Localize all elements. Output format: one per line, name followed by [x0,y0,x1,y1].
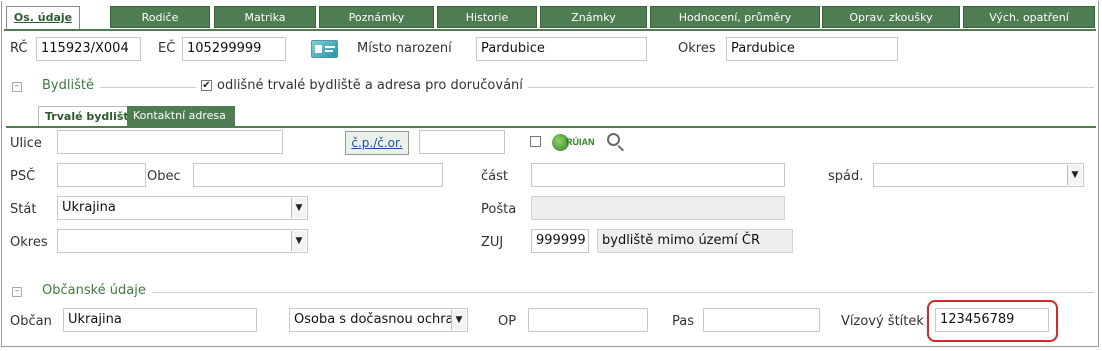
ec-label: EČ [158,41,176,56]
tab-retake-exams[interactable]: Oprav. zkoušky [822,6,960,28]
ruian-logo-icon[interactable]: RÚIAN [552,133,597,153]
district-field[interactable]: Pardubice [726,37,898,61]
catchment-label: spád. [828,169,864,184]
tab-underline [4,29,1096,31]
house-number-field[interactable] [419,130,505,154]
zuj-code-field[interactable]: 999999 [531,229,589,253]
visa-label: Vízový štítek [841,314,924,329]
residence-divider-left [100,87,196,88]
id-card-field[interactable] [528,308,648,332]
passport-label: Pas [672,314,694,329]
residence-divider-right [528,87,1094,88]
chevron-down-icon[interactable]: ▼ [291,198,306,218]
zuj-label: ZUJ [481,235,504,250]
civic-collapse-icon[interactable]: – [12,287,22,297]
tab-parents[interactable]: Rodiče [110,6,210,28]
tab-bar: Os. údaje Rodiče Matrika Poznámky Histor… [4,6,1096,31]
residence-collapse-icon[interactable]: – [12,82,22,92]
ruian-checkbox[interactable] [530,136,541,147]
birthplace-field[interactable]: Pardubice [476,37,647,61]
country-select[interactable]: Ukrajina ▼ [57,196,308,220]
address-district-label: Okres [10,235,48,250]
tab-notes[interactable]: Poznámky [319,6,434,28]
residence-status-select[interactable]: Osoba s dočasnou ochra ▼ [289,308,468,332]
id-card-label: OP [498,314,517,329]
rc-label: RČ [10,41,28,56]
address-district-select[interactable]: ▼ [57,229,308,253]
passport-field[interactable] [703,308,820,332]
chevron-down-icon[interactable]: ▼ [291,231,306,251]
country-value: Ukrajina [62,200,116,215]
street-field[interactable] [57,130,283,154]
tab-educational-measures[interactable]: Vých. opatření [963,6,1095,28]
search-icon[interactable] [607,133,627,153]
district-part-label: část [481,169,508,184]
district-label: Okres [678,41,716,56]
tab-personal-data[interactable]: Os. údaje [6,6,80,30]
tab-evaluation[interactable]: Hodnocení, průměry [650,6,820,28]
different-address-checkbox[interactable]: ✔ [201,80,212,91]
ec-field[interactable]: 105299999 [182,37,286,61]
zuj-description-field: bydliště mimo území ČR [597,229,793,253]
visa-highlight [927,300,1058,342]
post-office-label: Pošta [481,202,517,217]
citizenship-field[interactable]: Ukrajina [63,308,257,332]
catchment-select[interactable]: ▼ [873,163,1084,187]
ruian-logo-label: RÚIAN [566,137,595,147]
civic-divider [152,292,1094,293]
country-label: Stát [10,202,37,217]
tab-history[interactable]: Historie [437,6,537,28]
rc-field[interactable]: 115923/X004 [36,37,141,61]
different-address-label: odlišné trvalé bydliště a adresa pro dor… [217,78,523,93]
post-office-field [531,196,785,220]
residence-section-title: Bydliště [42,78,94,93]
postcode-field[interactable] [57,163,146,187]
chevron-down-icon[interactable]: ▼ [1067,165,1082,185]
id-card-icon[interactable] [311,40,338,58]
subtab-contact-address[interactable]: Kontaktní adresa [127,106,235,126]
citizenship-label: Občan [10,314,52,329]
subtab-underline [6,126,1096,128]
municipality-field[interactable] [193,163,443,187]
tab-registry[interactable]: Matrika [214,6,316,28]
street-label: Ulice [10,136,42,151]
municipality-label: Obec [147,169,181,184]
civic-section-title: Občanské údaje [42,283,146,298]
residence-status-value: Osoba s dočasnou ochra [294,312,454,327]
tab-grades[interactable]: Známky [540,6,647,28]
house-number-button[interactable]: č.p./č.or. [345,131,409,155]
district-part-field[interactable] [531,163,785,187]
birthplace-label: Místo narození [357,41,452,56]
postcode-label: PSČ [10,169,36,184]
chevron-down-icon[interactable]: ▼ [451,310,466,330]
